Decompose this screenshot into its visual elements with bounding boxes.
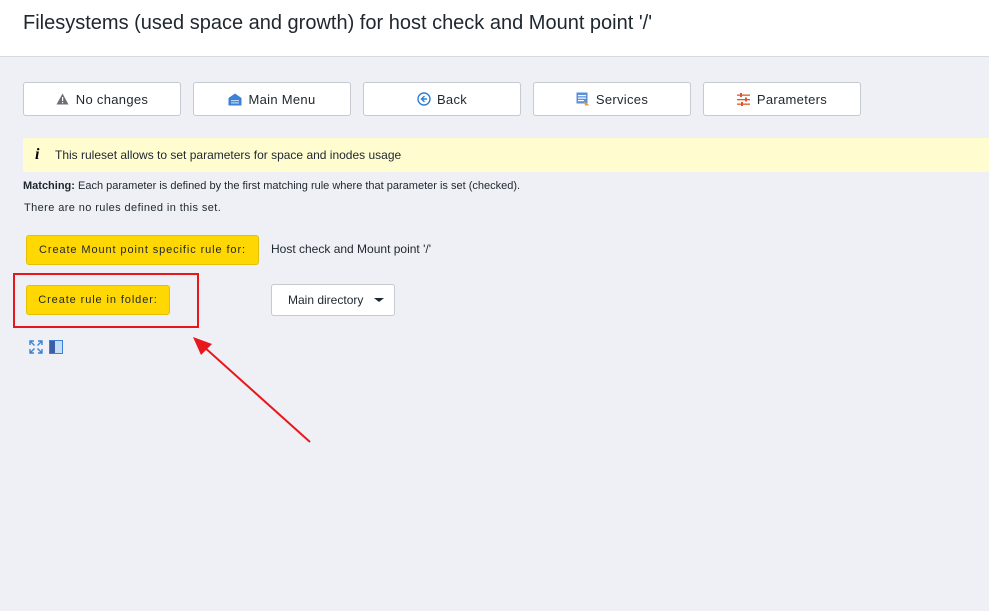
sidebar-toggle-icon[interactable] — [49, 340, 63, 354]
main-menu-button[interactable]: Main Menu — [193, 82, 351, 116]
services-icon — [576, 92, 590, 106]
main-menu-label: Main Menu — [248, 91, 316, 107]
matching-note: Matching: Each parameter is defined by t… — [23, 180, 520, 192]
info-icon: i — [35, 146, 40, 163]
warning-icon — [56, 92, 70, 106]
info-box: i This ruleset allows to set parameters … — [23, 138, 989, 172]
no-rules-message: There are no rules defined in this set. — [24, 202, 222, 214]
folder-select[interactable]: Main directory — [271, 284, 395, 316]
matching-text: Each parameter is defined by the first m… — [74, 180, 521, 192]
expand-icon[interactable] — [29, 340, 43, 354]
parameters-label: Parameters — [756, 91, 828, 107]
services-button[interactable]: Services — [533, 82, 691, 116]
parameters-button[interactable]: Parameters — [703, 82, 861, 116]
title-bar: Filesystems (used space and growth) for … — [0, 0, 989, 57]
page-title: Filesystems (used space and growth) for … — [23, 12, 653, 34]
folder-select-value: Main directory — [288, 293, 364, 307]
home-icon — [228, 92, 242, 106]
back-button[interactable]: Back — [363, 82, 521, 116]
no-changes-button[interactable]: No changes — [23, 82, 181, 116]
back-label: Back — [436, 91, 468, 107]
annotation-arrow — [193, 337, 311, 443]
chevron-down-icon — [374, 298, 384, 302]
services-label: Services — [595, 91, 649, 107]
highlight-box — [13, 273, 199, 328]
create-specific-rule-button[interactable]: Create Mount point specific rule for: — [26, 235, 259, 265]
no-changes-label: No changes — [75, 91, 149, 107]
back-arrow-icon — [417, 92, 431, 106]
specific-rule-target: Host check and Mount point '/' — [271, 242, 432, 256]
parameters-icon — [737, 92, 751, 106]
matching-label: Matching: — [23, 180, 75, 192]
info-text: This ruleset allows to set parameters fo… — [55, 148, 402, 162]
